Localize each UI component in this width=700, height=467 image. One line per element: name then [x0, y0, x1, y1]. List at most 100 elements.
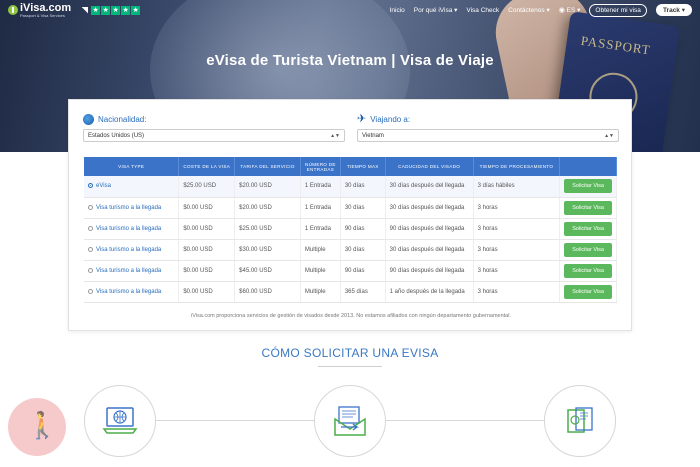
- visa-options-table: Visa type Coste de la visa Tarifa del se…: [84, 157, 617, 303]
- table-header-row: Visa type Coste de la visa Tarifa del se…: [84, 157, 617, 176]
- visa-cost-cell: $25.00 USD: [178, 176, 236, 198]
- max-time-cell: 90 días: [340, 218, 386, 240]
- destination-select[interactable]: Vietnam ▲▼: [357, 129, 619, 142]
- validity-cell: 30 días después del llegada: [385, 239, 474, 261]
- processing-cell: 3 días hábiles: [473, 176, 561, 198]
- service-fee-cell: $45.00 USD: [234, 260, 301, 282]
- logo-tagline: Passport & Visa Services: [20, 12, 65, 18]
- validity-cell: 30 días después del llegada: [385, 197, 474, 219]
- step-3: [544, 385, 616, 457]
- step-1: [84, 385, 156, 457]
- action-cell: Solicitar Visa: [559, 281, 617, 303]
- max-time-cell: 30 días: [340, 197, 386, 219]
- col-service-fee: Tarifa del servicio: [234, 157, 301, 176]
- max-time-cell: 90 días: [340, 260, 386, 282]
- nationality-label: Nacionalidad:: [98, 115, 147, 124]
- action-cell: Solicitar Visa: [559, 218, 617, 240]
- action-cell: Solicitar Visa: [559, 176, 617, 198]
- nav-visa-check[interactable]: Visa Check: [466, 7, 499, 14]
- get-visa-button[interactable]: Obtener mi visa: [589, 3, 647, 17]
- globe-icon: [83, 114, 94, 125]
- destination-value: Vietnam: [362, 132, 384, 139]
- nationality-select[interactable]: Estados Unidos (US) ▲▼: [83, 129, 345, 142]
- visa-type-cell[interactable]: Visa turismo a la llegada: [84, 281, 180, 303]
- processing-cell: 3 horas: [473, 239, 561, 261]
- service-fee-cell: $20.00 USD: [234, 197, 301, 219]
- step-2: [314, 385, 386, 457]
- star-icon: ★: [121, 5, 131, 15]
- visa-cost-cell: $0.00 USD: [178, 218, 236, 240]
- table-row[interactable]: eVisa $25.00 USD $20.00 USD 1 Entrada 30 día…: [84, 176, 617, 198]
- processing-cell: 3 horas: [473, 218, 561, 240]
- visa-type-cell[interactable]: Visa turismo a la llegada: [84, 239, 180, 261]
- visa-radio[interactable]: [88, 204, 93, 210]
- visa-cost-cell: $0.00 USD: [178, 260, 236, 282]
- envelope-document-icon: [334, 406, 366, 436]
- trustpilot-rating[interactable]: ★ ★ ★ ★ ★: [81, 5, 141, 15]
- col-visa-cost: Coste de la visa: [178, 157, 236, 176]
- max-time-cell: 30 días: [340, 176, 386, 198]
- visa-type-cell[interactable]: Visa turismo a la llegada: [84, 197, 180, 219]
- laptop-globe-icon: [102, 407, 138, 434]
- nationality-value: Estados Unidos (US): [88, 132, 145, 139]
- processing-cell: 3 horas: [473, 197, 561, 219]
- apply-visa-button[interactable]: Solicitar Visa: [564, 242, 612, 257]
- language-selector[interactable]: ◉ ES ▾: [559, 6, 581, 14]
- track-button[interactable]: Track ▾: [655, 4, 692, 16]
- trustpilot-icon: [81, 6, 89, 14]
- visa-type-name: eVisa: [96, 183, 111, 190]
- service-fee-cell: $25.00 USD: [234, 218, 301, 240]
- logo-name: iVisa.com: [20, 1, 72, 14]
- visa-radio[interactable]: [88, 225, 93, 231]
- table-row[interactable]: Visa turismo a la llegada $0.00 USD $60.00…: [84, 281, 617, 303]
- col-visa-type: Visa type: [84, 157, 180, 176]
- star-icon: ★: [91, 5, 101, 15]
- passport-visa-icon: [567, 407, 593, 433]
- visa-cost-cell: $0.00 USD: [178, 281, 236, 303]
- visa-type-name: Visa turismo a la llegada: [96, 246, 162, 253]
- action-cell: Solicitar Visa: [559, 197, 617, 219]
- watermark-badge: 🚶: [8, 398, 66, 456]
- entries-cell: Multiple: [300, 281, 341, 303]
- destination-label: Viajando a:: [370, 115, 411, 124]
- visa-radio[interactable]: [88, 288, 93, 294]
- nationality-label-group: Nacionalidad:: [83, 114, 146, 125]
- entries-cell: 1 Entrada: [300, 218, 341, 240]
- table-row[interactable]: Visa turismo a la llegada $0.00 USD $45.00…: [84, 260, 617, 282]
- table-row[interactable]: Visa turismo a la llegada $0.00 USD $30.00…: [84, 239, 617, 261]
- visa-type-name: Visa turismo a la llegada: [96, 204, 162, 211]
- visa-radio[interactable]: [88, 246, 93, 252]
- ivisa-logo-icon: [8, 5, 18, 15]
- action-cell: Solicitar Visa: [559, 239, 617, 261]
- action-cell: Solicitar Visa: [559, 260, 617, 282]
- disclaimer: iVisa.com proporciona servicios de gesti…: [190, 313, 511, 319]
- nav-por-que-ivisa[interactable]: Por qué iVisa ▾: [414, 6, 458, 14]
- visa-type-cell[interactable]: Visa turismo a la llegada: [84, 260, 180, 282]
- visa-type-cell[interactable]: eVisa: [84, 176, 180, 198]
- validity-cell: 90 días después del llegada: [385, 218, 474, 240]
- apply-visa-button[interactable]: Solicitar Visa: [564, 221, 612, 236]
- visa-radio[interactable]: [88, 267, 93, 273]
- chevron-updown-icon: ▲▼: [330, 132, 340, 139]
- apply-visa-button[interactable]: Solicitar Visa: [564, 263, 612, 278]
- max-time-cell: 365 días: [340, 281, 386, 303]
- validity-cell: 1 año después de la llegada: [385, 281, 474, 303]
- table-row[interactable]: Visa turismo a la llegada $0.00 USD $20.00…: [84, 197, 617, 219]
- table-row[interactable]: Visa turismo a la llegada $0.00 USD $25.00…: [84, 218, 617, 240]
- chevron-updown-icon: ▲▼: [604, 132, 614, 139]
- visa-cost-cell: $0.00 USD: [178, 197, 236, 219]
- visa-type-cell[interactable]: Visa turismo a la llegada: [84, 218, 180, 240]
- hiker-icon: 🚶: [26, 410, 59, 440]
- apply-visa-button[interactable]: Solicitar Visa: [564, 179, 612, 194]
- processing-cell: 3 horas: [473, 281, 561, 303]
- visa-radio[interactable]: [88, 183, 93, 189]
- nav-contactenos[interactable]: Contáctenos ▾: [508, 6, 550, 14]
- entries-cell: Multiple: [300, 260, 341, 282]
- nav-inicio[interactable]: Inicio: [390, 7, 405, 14]
- apply-visa-button[interactable]: Solicitar Visa: [564, 200, 612, 215]
- top-navigation: iVisa.com Passport & Visa Services ★ ★ ★…: [0, 0, 700, 20]
- apply-visa-button[interactable]: Solicitar Visa: [564, 284, 612, 299]
- visa-cost-cell: $0.00 USD: [178, 239, 236, 261]
- logo[interactable]: iVisa.com Passport & Visa Services: [8, 1, 72, 18]
- visa-type-name: Visa turismo a la llegada: [96, 267, 162, 274]
